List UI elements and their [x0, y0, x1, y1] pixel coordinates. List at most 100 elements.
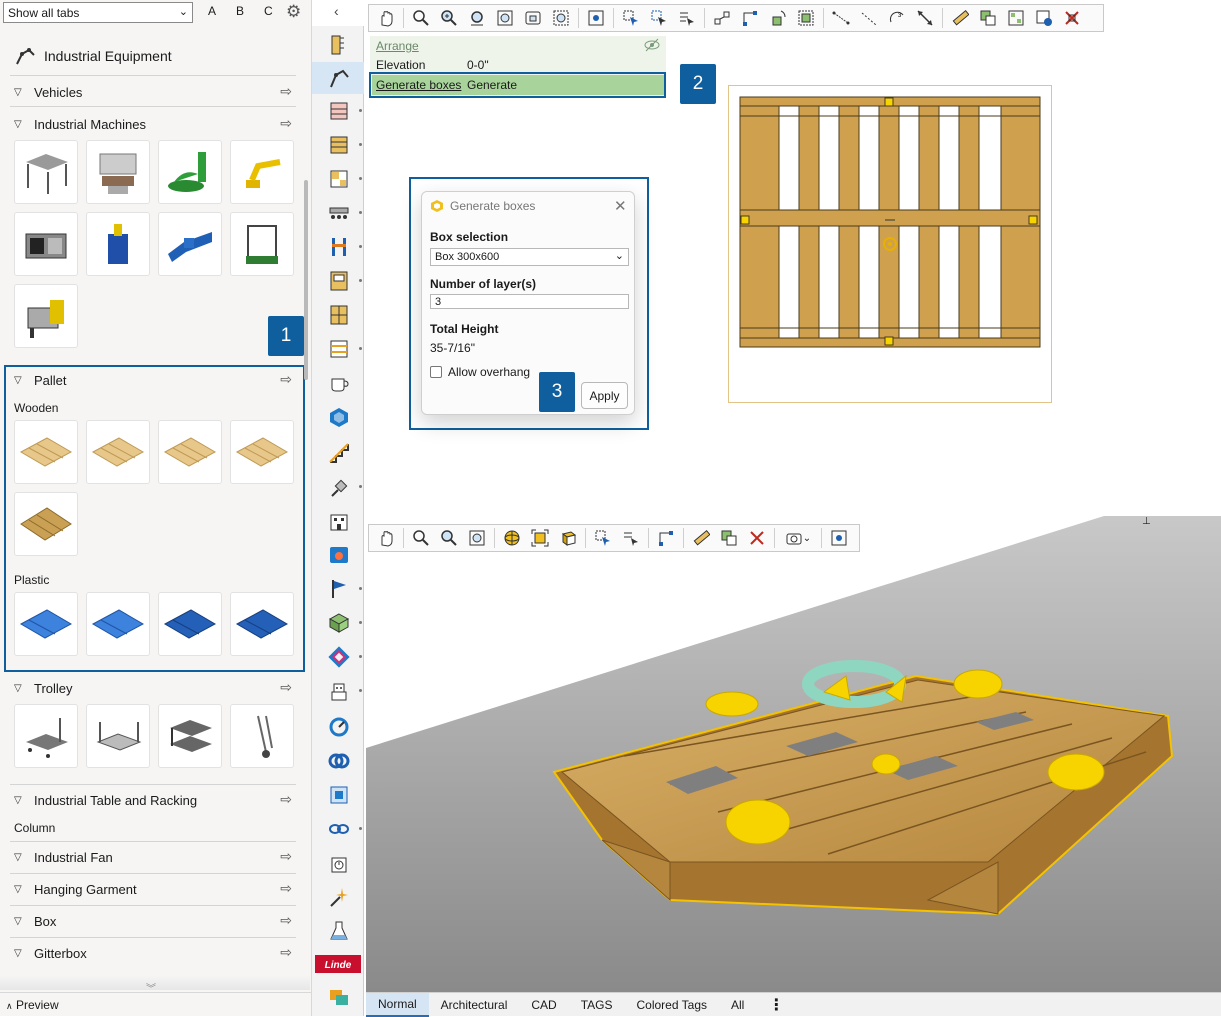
plug-icon[interactable]	[326, 474, 362, 500]
pallet-wooden-5-thumb[interactable]	[14, 492, 78, 556]
tab-cad[interactable]: CAD	[519, 993, 568, 1017]
flag-icon[interactable]	[326, 576, 362, 602]
zoom-out-icon[interactable]	[464, 7, 490, 29]
robot-arm-icon[interactable]	[326, 65, 352, 91]
machine-workstation-thumb[interactable]	[86, 140, 150, 204]
pallet-wooden-3-thumb[interactable]	[158, 420, 222, 484]
timer-icon[interactable]	[326, 850, 352, 876]
rings-icon[interactable]	[326, 748, 352, 774]
group-icon[interactable]	[793, 7, 819, 29]
machine-press-thumb[interactable]	[14, 212, 78, 276]
tab-filter-select[interactable]: Show all tabs ⌄	[3, 2, 193, 23]
trolley-1-thumb[interactable]	[14, 704, 78, 768]
zoom-selection-icon[interactable]	[548, 7, 574, 29]
pallet-plan-view[interactable]	[728, 85, 1052, 403]
machine-baler-thumb[interactable]	[86, 212, 150, 276]
storage-grid-icon[interactable]	[326, 302, 352, 328]
move-icon[interactable]	[709, 7, 735, 29]
preview-toggle[interactable]: ∧ Preview	[0, 992, 312, 1016]
open-external-icon[interactable]: ⇨	[280, 115, 292, 132]
stretch-icon[interactable]	[737, 7, 763, 29]
copy-icon[interactable]	[975, 7, 1001, 29]
select-list-icon[interactable]	[674, 7, 700, 29]
conveyor-icon[interactable]	[326, 200, 362, 226]
rack-grid-icon[interactable]	[326, 166, 362, 192]
machine-conveyor-thumb[interactable]	[158, 212, 222, 276]
building-icon[interactable]	[326, 508, 352, 534]
machine-wrapper-thumb[interactable]	[158, 140, 222, 204]
open-external-icon[interactable]: ⇨	[280, 791, 292, 808]
machine-frame-thumb[interactable]	[230, 212, 294, 276]
letter-filter-c[interactable]: C	[264, 4, 273, 18]
delete-icon[interactable]	[744, 527, 770, 549]
section-industrial-table-racking[interactable]: ▽ Industrial Table and Racking ⇨	[14, 789, 294, 811]
open-external-icon[interactable]: ⇨	[280, 880, 292, 897]
cost-icon[interactable]	[1031, 7, 1057, 29]
fit-view-icon[interactable]	[527, 527, 553, 549]
open-external-icon[interactable]: ⇨	[280, 912, 292, 929]
stretch-icon[interactable]	[653, 527, 679, 549]
pallet-plastic-2-thumb[interactable]	[86, 592, 150, 656]
tab-normal[interactable]: Normal	[366, 992, 429, 1017]
catalog-icon[interactable]	[326, 782, 352, 808]
orbit-icon[interactable]	[499, 527, 525, 549]
more-options-icon[interactable]: ⋮	[756, 993, 796, 1017]
tab-architectural[interactable]: Architectural	[429, 993, 520, 1017]
rotate-3d-icon[interactable]: 3	[884, 7, 910, 29]
section-industrial-fan[interactable]: ▽ Industrial Fan ⇨	[14, 846, 294, 868]
machine-cutter-thumb[interactable]	[14, 284, 78, 348]
pallet-rack-icon[interactable]	[326, 234, 362, 260]
flask-icon[interactable]	[326, 918, 352, 944]
fire-panel-icon[interactable]	[326, 542, 352, 568]
cup-icon[interactable]	[326, 370, 352, 396]
pallet-plastic-4-thumb[interactable]	[230, 592, 294, 656]
pan-hand-icon[interactable]	[373, 527, 399, 549]
polyline-icon[interactable]	[856, 7, 882, 29]
section-pallet[interactable]: ▽ Pallet ⇨	[14, 369, 294, 391]
mezzanine-icon[interactable]	[326, 336, 362, 362]
measure-icon[interactable]	[688, 527, 714, 549]
letter-filter-b[interactable]: B	[236, 4, 244, 18]
pallet-wooden-4-thumb[interactable]	[230, 420, 294, 484]
focus-target-icon[interactable]	[826, 527, 852, 549]
sparkle-tools-icon[interactable]	[326, 884, 352, 910]
open-external-icon[interactable]: ⇨	[280, 371, 292, 388]
ruler-icon[interactable]	[326, 32, 352, 58]
select-icon[interactable]	[618, 7, 644, 29]
delete-icon[interactable]	[1059, 7, 1085, 29]
select-crossing-icon[interactable]	[646, 7, 672, 29]
open-external-icon[interactable]: ⇨	[280, 944, 292, 961]
copy-icon[interactable]	[716, 527, 742, 549]
collapse-panel-icon[interactable]: ‹	[334, 3, 339, 19]
zoom-icon[interactable]	[408, 527, 434, 549]
zoom-icon[interactable]	[408, 7, 434, 29]
gauge-icon[interactable]	[326, 714, 352, 740]
select-list-icon[interactable]	[618, 527, 644, 549]
pan-hand-icon[interactable]	[373, 7, 399, 29]
measure-icon[interactable]	[947, 7, 973, 29]
box-selection-dropdown[interactable]: Box 300x600 ⌄	[430, 248, 629, 266]
library-scrollbar[interactable]	[304, 180, 308, 380]
shelf-icon[interactable]	[326, 132, 362, 158]
array-icon[interactable]	[1003, 7, 1029, 29]
gear-icon[interactable]: ⚙	[286, 2, 301, 22]
open-external-icon[interactable]: ⇨	[280, 83, 292, 100]
pallet-plastic-3-thumb[interactable]	[158, 592, 222, 656]
view-cube-marker[interactable]: ⊥	[1142, 516, 1151, 527]
wall-icon[interactable]	[326, 98, 362, 124]
camera-dropdown[interactable]: ⌄	[779, 527, 817, 549]
machine-table-thumb[interactable]	[14, 140, 78, 204]
sketchup-icon[interactable]	[326, 404, 352, 430]
zoom-in-icon[interactable]	[436, 527, 462, 549]
robot-icon[interactable]	[326, 678, 362, 704]
focus-target-icon[interactable]	[583, 7, 609, 29]
linde-logo[interactable]: Linde	[315, 951, 361, 977]
package-icon[interactable]	[326, 610, 362, 636]
rotate-group-icon[interactable]	[765, 7, 791, 29]
pallet-wooden-1-thumb[interactable]	[14, 420, 78, 484]
machine-robot-thumb[interactable]	[230, 140, 294, 204]
section-vehicles[interactable]: ▽ Vehicles ⇨	[14, 81, 294, 103]
trolley-3-thumb[interactable]	[158, 704, 222, 768]
network-icon[interactable]	[326, 644, 362, 670]
box-view-icon[interactable]	[555, 527, 581, 549]
